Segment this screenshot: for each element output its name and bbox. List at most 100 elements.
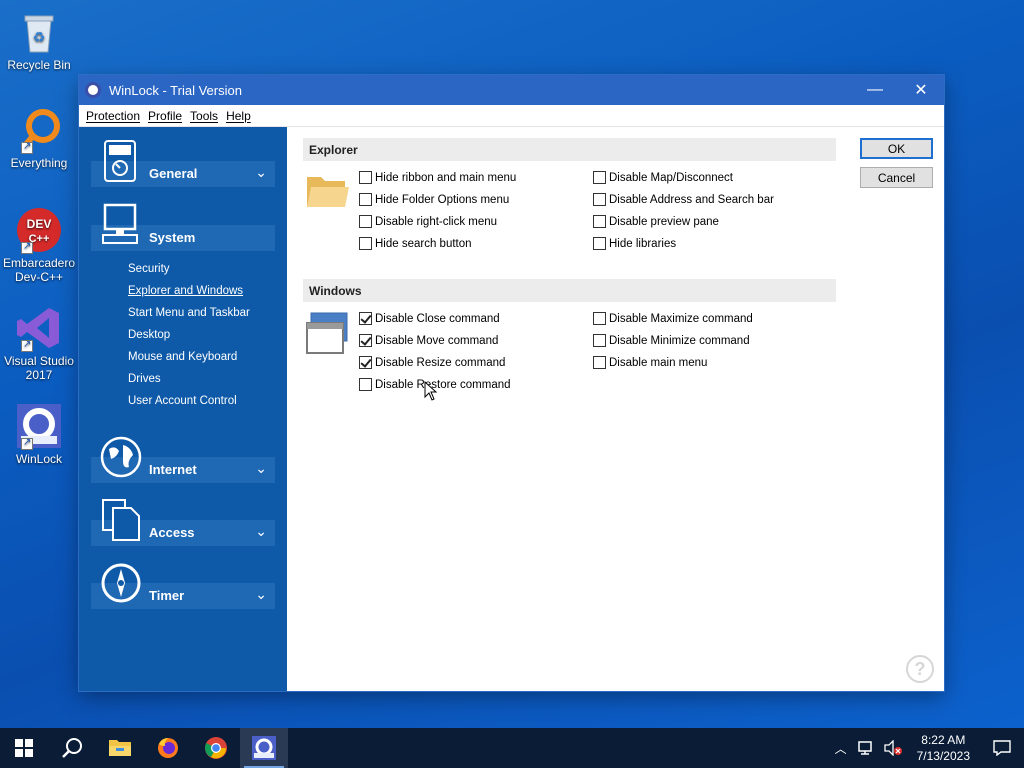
- checkbox-box[interactable]: [359, 215, 372, 228]
- menu-tools[interactable]: Tools: [187, 109, 221, 123]
- sidebar-item-desktop[interactable]: Desktop: [128, 329, 170, 341]
- checkbox-disable-main-menu[interactable]: Disable main menu: [593, 356, 707, 369]
- checkbox-disable-right-click[interactable]: Disable right-click menu: [359, 215, 497, 228]
- checkbox-disable-maximize[interactable]: Disable Maximize command: [593, 312, 753, 325]
- cancel-button[interactable]: Cancel: [860, 167, 933, 188]
- file-explorer-icon: [109, 740, 131, 756]
- checkbox-hide-search-button[interactable]: Hide search button: [359, 237, 472, 250]
- desktop-icon-label: Recycle Bin: [7, 58, 71, 72]
- category-label: Internet: [149, 462, 197, 477]
- menu-profile[interactable]: Profile: [145, 109, 185, 123]
- title-bar[interactable]: WinLock - Trial Version — ✕: [79, 75, 944, 105]
- sidebar-item-drives[interactable]: Drives: [128, 373, 161, 385]
- checkbox-disable-resize[interactable]: Disable Resize command: [359, 356, 505, 369]
- checkbox-label: Hide ribbon and main menu: [375, 171, 517, 184]
- checkbox-box[interactable]: [359, 237, 372, 250]
- winlock-icon: [252, 736, 276, 760]
- search-button[interactable]: [48, 728, 96, 768]
- category-access[interactable]: Access ⌄: [91, 499, 275, 546]
- checkbox-box[interactable]: [359, 334, 372, 347]
- checkbox-hide-folder-options[interactable]: Hide Folder Options menu: [359, 193, 509, 206]
- desktop-icon-devcpp[interactable]: DEVC++ Embarcadero Dev-C++: [2, 206, 76, 284]
- desktop-icon-label: WinLock: [15, 452, 62, 466]
- checkbox-box[interactable]: [593, 312, 606, 325]
- menu-protection[interactable]: Protection: [83, 109, 143, 123]
- desktop-icon-winlock[interactable]: WinLock: [4, 402, 74, 466]
- checkbox-box[interactable]: [359, 193, 372, 206]
- windows-logo-icon: [15, 739, 33, 757]
- system-tray: ︿ 8:22 AM 7/13/2023: [835, 728, 1024, 768]
- close-button[interactable]: ✕: [898, 75, 944, 105]
- checkbox-box[interactable]: [593, 193, 606, 206]
- network-icon[interactable]: [857, 740, 875, 756]
- checkbox-hide-libraries[interactable]: Hide libraries: [593, 237, 676, 250]
- sidebar-item-start-menu-and-taskbar[interactable]: Start Menu and Taskbar: [128, 307, 250, 319]
- checkbox-box[interactable]: [593, 334, 606, 347]
- window-title: WinLock - Trial Version: [109, 82, 242, 98]
- category-label: System: [149, 230, 196, 245]
- category-timer[interactable]: Timer ⌄: [91, 563, 275, 609]
- category-internet[interactable]: Internet ⌄: [91, 436, 275, 483]
- checkbox-label: Disable preview pane: [609, 215, 719, 228]
- winlock-icon: [85, 82, 101, 98]
- chrome-taskbar-button[interactable]: [192, 728, 240, 768]
- checkbox-disable-move[interactable]: Disable Move command: [359, 334, 498, 347]
- checkbox-label: Hide search button: [375, 237, 472, 250]
- recycle-bin-icon: ♻: [15, 8, 63, 56]
- chevron-down-icon: ⌄: [255, 460, 267, 476]
- winlock-taskbar-button[interactable]: [240, 728, 288, 768]
- checkbox-box[interactable]: [359, 312, 372, 325]
- section-heading-windows: Windows: [303, 279, 836, 302]
- desktop-icon-recycle-bin[interactable]: ♻ Recycle Bin: [4, 8, 74, 72]
- minimize-icon: —: [867, 81, 883, 98]
- sidebar-item-security[interactable]: Security: [128, 263, 170, 275]
- general-icon: [99, 139, 143, 183]
- checkbox-label: Disable Restore command: [375, 378, 511, 391]
- checkbox-disable-preview-pane[interactable]: Disable preview pane: [593, 215, 719, 228]
- minimize-button[interactable]: —: [852, 75, 898, 105]
- checkbox-label: Disable Map/Disconnect: [609, 171, 734, 184]
- notifications-button[interactable]: [980, 728, 1024, 768]
- sidebar-item-user-account-control[interactable]: User Account Control: [128, 395, 237, 407]
- checkbox-hide-ribbon[interactable]: Hide ribbon and main menu: [359, 171, 516, 184]
- sidebar-item-mouse-and-keyboard[interactable]: Mouse and Keyboard: [128, 351, 237, 363]
- checkbox-box[interactable]: [359, 171, 372, 184]
- computer-icon: [99, 203, 143, 247]
- firefox-taskbar-button[interactable]: [144, 728, 192, 768]
- checkbox-box[interactable]: [593, 356, 606, 369]
- help-icon[interactable]: ?: [906, 655, 934, 683]
- start-button[interactable]: [0, 728, 48, 768]
- category-system[interactable]: System: [91, 203, 275, 251]
- category-general[interactable]: General ⌄: [91, 140, 275, 187]
- menu-help[interactable]: Help: [223, 109, 254, 123]
- desktop-icon-visual-studio[interactable]: Visual Studio 2017: [4, 304, 74, 382]
- devcpp-icon: DEV C++: [15, 206, 63, 254]
- chevron-up-icon[interactable]: ︿: [835, 740, 847, 757]
- checkbox-box[interactable]: [593, 215, 606, 228]
- checkbox-box[interactable]: [593, 237, 606, 250]
- checkbox-box[interactable]: [359, 356, 372, 369]
- clock[interactable]: 8:22 AM 7/13/2023: [907, 732, 980, 764]
- clock-time: 8:22 AM: [921, 733, 966, 747]
- winlock-app-icon: [15, 402, 63, 450]
- checkbox-box[interactable]: [359, 378, 372, 391]
- clock-date: 7/13/2023: [916, 749, 970, 763]
- desktop-icon-label: Everything: [10, 156, 68, 170]
- visual-studio-icon: [15, 304, 63, 352]
- volume-muted-icon[interactable]: [883, 740, 903, 756]
- file-explorer-taskbar-button[interactable]: [96, 728, 144, 768]
- category-label: Timer: [149, 588, 185, 603]
- desktop-icon-everything[interactable]: Everything: [4, 106, 74, 170]
- checkbox-disable-minimize[interactable]: Disable Minimize command: [593, 334, 750, 347]
- checkbox-box[interactable]: [593, 171, 606, 184]
- chevron-down-icon: ⌄: [255, 586, 267, 602]
- checkbox-disable-address-bar[interactable]: Disable Address and Search bar: [593, 193, 774, 206]
- checkbox-label: Disable Close command: [375, 312, 500, 325]
- checkbox-disable-map[interactable]: Disable Map/Disconnect: [593, 171, 733, 184]
- globe-icon: [99, 435, 143, 479]
- ok-button[interactable]: OK: [860, 138, 933, 159]
- desktop-icon-label: Embarcadero Dev-C++: [2, 256, 76, 284]
- menu-bar: Protection Profile Tools Help: [79, 105, 944, 127]
- checkbox-disable-close[interactable]: Disable Close command: [359, 312, 500, 325]
- sidebar-item-explorer-and-windows[interactable]: Explorer and Windows: [128, 285, 243, 297]
